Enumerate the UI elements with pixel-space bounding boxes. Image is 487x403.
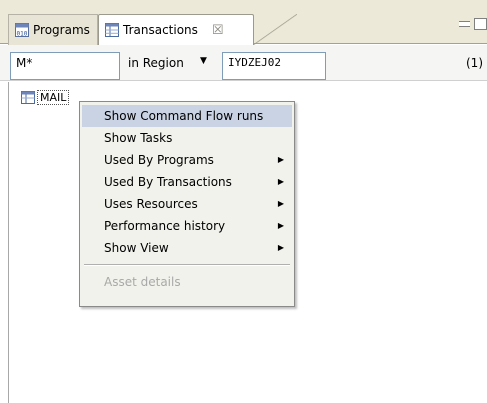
view-window-controls — [459, 18, 487, 30]
submenu-arrow-icon: ▶ — [277, 243, 284, 252]
region-selector-label[interactable]: in Region — [128, 56, 184, 70]
region-input[interactable]: IYDZEJ02 — [222, 52, 326, 80]
tab-programs[interactable]: 010 Programs — [8, 14, 98, 45]
menu-item-asset-details: Asset details — [82, 271, 292, 293]
menu-item-label: Used By Programs — [104, 153, 214, 167]
context-menu: Show Command Flow runs Show Tasks Used B… — [79, 101, 295, 307]
menu-item-label: Used By Transactions — [104, 175, 232, 189]
view-tab-bar: 010 Programs Transactions ☒ — [0, 0, 487, 45]
program-icon: 010 — [15, 23, 29, 37]
menu-item-used-by-programs[interactable]: Used By Programs ▶ — [82, 149, 292, 171]
table-icon — [105, 23, 119, 37]
table-icon — [21, 91, 35, 104]
submenu-arrow-icon: ▶ — [277, 155, 284, 164]
menu-item-label: Show Tasks — [104, 131, 173, 145]
svg-text:010: 010 — [17, 31, 28, 38]
result-count: (1) — [466, 56, 483, 70]
menu-item-label: Performance history — [104, 219, 226, 233]
menu-separator — [84, 264, 290, 266]
menu-item-label: Uses Resources — [104, 197, 198, 211]
menu-item-used-by-transactions[interactable]: Used By Transactions ▶ — [82, 171, 292, 193]
list-item[interactable]: MAIL — [21, 90, 70, 105]
submenu-arrow-icon: ▶ — [277, 177, 284, 186]
close-tab-icon[interactable]: ☒ — [212, 23, 224, 38]
filter-toolbar: M* in Region ▼ IYDZEJ02 (1) — [0, 45, 487, 81]
minimize-icon[interactable] — [459, 21, 470, 27]
menu-item-label: Show View — [104, 241, 169, 255]
tab-transactions-label: Transactions — [123, 23, 198, 37]
menu-item-label: Show Command Flow runs — [104, 109, 264, 123]
maximize-icon[interactable] — [474, 18, 487, 30]
menu-item-label: Asset details — [104, 275, 181, 289]
list-item-label: MAIL — [37, 90, 70, 105]
menu-item-show-view[interactable]: Show View ▶ — [82, 237, 292, 259]
submenu-arrow-icon: ▶ — [277, 199, 284, 208]
name-filter-input[interactable]: M* — [10, 52, 120, 80]
submenu-arrow-icon: ▶ — [277, 221, 284, 230]
menu-item-show-command-flow-runs[interactable]: Show Command Flow runs — [82, 105, 292, 127]
menu-item-performance-history[interactable]: Performance history ▶ — [82, 215, 292, 237]
menu-item-show-tasks[interactable]: Show Tasks — [82, 127, 292, 149]
tab-programs-label: Programs — [33, 23, 90, 37]
chevron-down-icon[interactable]: ▼ — [200, 56, 207, 66]
tab-transactions[interactable]: Transactions ☒ — [98, 14, 297, 45]
menu-item-uses-resources[interactable]: Uses Resources ▶ — [82, 193, 292, 215]
